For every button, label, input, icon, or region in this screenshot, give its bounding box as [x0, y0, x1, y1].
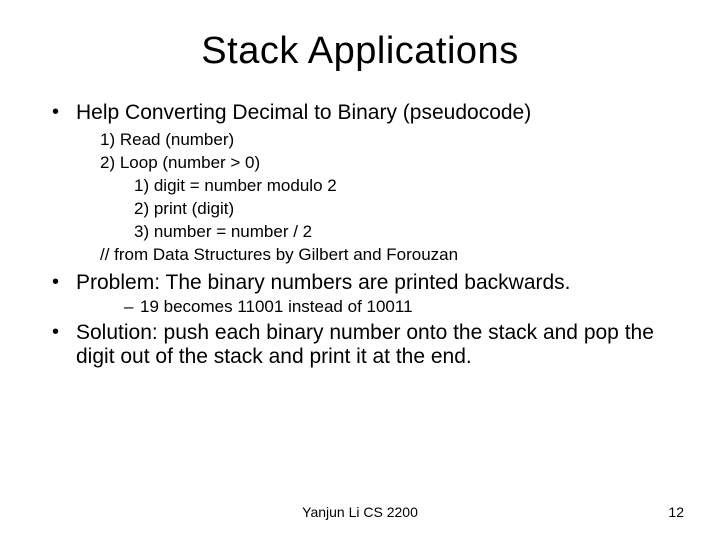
bullet-solution-text: Solution: push each binary number onto t…: [76, 321, 654, 368]
bullet-problem-text: Problem: The binary numbers are printed …: [76, 271, 571, 294]
slide-title: Stack Applications: [40, 30, 680, 73]
bullet-help-text: Help Converting Decimal to Binary (pseud…: [76, 101, 531, 124]
code-line-6: // from Data Structures by Gilbert and F…: [100, 244, 680, 267]
bullet-solution: Solution: push each binary number onto t…: [52, 321, 680, 369]
code-line-5: 3) number = number / 2: [100, 221, 680, 244]
bullet-help: Help Converting Decimal to Binary (pseud…: [52, 101, 680, 267]
slide: Stack Applications Help Converting Decim…: [0, 0, 720, 540]
bullet-list: Help Converting Decimal to Binary (pseud…: [52, 101, 680, 369]
code-line-1: 1) Read (number): [100, 129, 680, 152]
code-line-3: 1) digit = number modulo 2: [100, 175, 680, 198]
page-number: 12: [668, 504, 684, 520]
pseudocode-block: 1) Read (number) 2) Loop (number > 0) 1)…: [100, 129, 680, 267]
code-line-4: 2) print (digit): [100, 198, 680, 221]
problem-sub: 19 becomes 11001 instead of 10011: [124, 297, 680, 317]
footer-center: Yanjun Li CS 2200: [0, 504, 720, 520]
code-line-2: 2) Loop (number > 0): [100, 152, 680, 175]
problem-sub-text: 19 becomes 11001 instead of 10011: [140, 297, 413, 316]
bullet-problem: Problem: The binary numbers are printed …: [52, 271, 680, 317]
